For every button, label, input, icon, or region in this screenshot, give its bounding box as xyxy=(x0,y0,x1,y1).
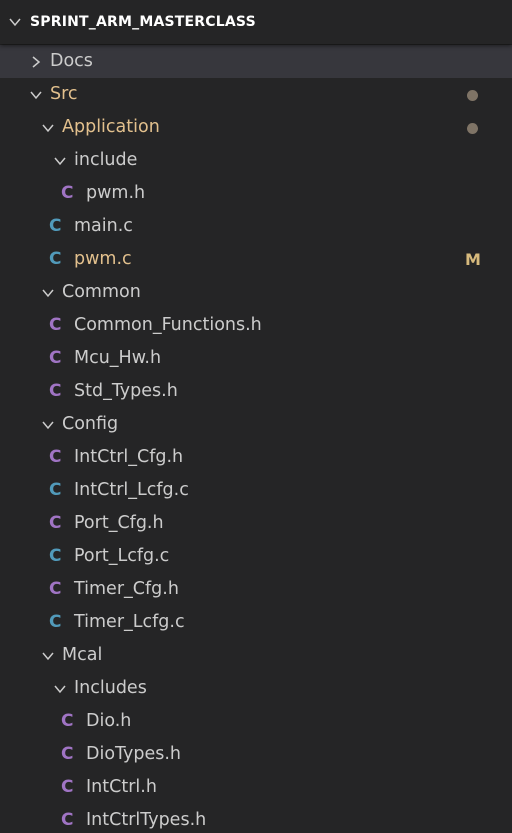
file-item-intctrl-h[interactable]: C IntCtrl.h xyxy=(0,771,512,804)
chevron-right-icon[interactable] xyxy=(29,55,43,69)
tree-item-label: IntCtrlTypes.h xyxy=(86,810,207,830)
chevron-down-icon[interactable] xyxy=(29,88,43,102)
tree-item-label: include xyxy=(74,150,138,170)
tree-item-label: Mcu_Hw.h xyxy=(74,348,162,368)
tree-item-label: main.c xyxy=(74,216,133,236)
file-item-pwm-h[interactable]: Cpwm.h xyxy=(0,177,512,210)
file-item-mcu-hw-h[interactable]: C Mcu_Hw.h xyxy=(0,342,512,375)
tree-item-label: Includes xyxy=(74,678,147,698)
modified-dot-icon xyxy=(467,90,478,101)
tree-item-label: IntCtrl_Cfg.h xyxy=(74,447,184,467)
chevron-down-icon[interactable] xyxy=(53,682,67,696)
tree-item-label: Src xyxy=(50,84,78,104)
folder-item-includes[interactable]: Includes xyxy=(0,672,512,705)
c-header-file-icon: C xyxy=(61,711,74,731)
folder-item-include[interactable]: include xyxy=(0,144,512,177)
file-item-port-lcfg-c[interactable]: C Port_Lcfg.c xyxy=(0,540,512,573)
folder-item-common[interactable]: Common xyxy=(0,276,512,309)
tree-item-label: Port_Lcfg.c xyxy=(74,546,170,566)
tree-item-label: Std_Types.h xyxy=(74,381,178,401)
folder-item-application[interactable]: Application xyxy=(0,111,512,144)
folder-item-mcal[interactable]: Mcal xyxy=(0,639,512,672)
tree-item-label: pwm.c xyxy=(74,249,132,269)
c-header-file-icon: C xyxy=(49,381,62,401)
file-item-diotypes-h[interactable]: C DioTypes.h xyxy=(0,738,512,771)
folder-item-src[interactable]: Src xyxy=(0,78,512,111)
tree-item-label: pwm.h xyxy=(86,183,146,203)
file-item-timer-cfg-h[interactable]: C Timer_Cfg.h xyxy=(0,573,512,606)
c-header-file-icon: C xyxy=(49,348,62,368)
c-source-file-icon: C xyxy=(49,546,62,566)
c-source-file-icon: C xyxy=(49,480,62,500)
file-item-main-c[interactable]: Cmain.c xyxy=(0,210,512,243)
chevron-down-icon[interactable] xyxy=(8,15,22,29)
file-tree: Docs Src Application include Cpwm.h Cmain.c Cp… xyxy=(0,45,512,833)
c-header-file-icon: C xyxy=(61,810,74,830)
tree-item-label: Common xyxy=(62,282,141,302)
folder-item-config[interactable]: Config xyxy=(0,408,512,441)
file-item-std-types-h[interactable]: C Std_Types.h xyxy=(0,375,512,408)
chevron-down-icon[interactable] xyxy=(53,154,67,168)
c-source-file-icon: C xyxy=(49,216,62,236)
tree-item-label: Docs xyxy=(50,51,93,71)
chevron-down-icon[interactable] xyxy=(41,121,55,135)
tree-item-label: IntCtrl.h xyxy=(86,777,157,797)
tree-item-label: IntCtrl_Lcfg.c xyxy=(74,480,189,500)
tree-item-label: Config xyxy=(62,414,119,434)
tree-item-label: DioTypes.h xyxy=(86,744,182,764)
c-header-file-icon: C xyxy=(49,513,62,533)
file-item-port-cfg-h[interactable]: C Port_Cfg.h xyxy=(0,507,512,540)
file-item-intctrl-lcfg-c[interactable]: C IntCtrl_Lcfg.c xyxy=(0,474,512,507)
explorer-panel: SPRINT_ARM_MASTERCLASS Docs Src Applicatio… xyxy=(0,0,512,833)
modified-dot-icon xyxy=(467,123,478,134)
file-item-pwm-c[interactable]: Cpwm.c M xyxy=(0,243,512,276)
file-item-timer-lcfg-c[interactable]: C Timer_Lcfg.c xyxy=(0,606,512,639)
file-item-common-functions-h[interactable]: C Common_Functions.h xyxy=(0,309,512,342)
c-source-file-icon: C xyxy=(49,612,62,632)
c-source-file-icon: C xyxy=(49,249,62,269)
file-item-intctrltypes-h[interactable]: C IntCtrlTypes.h xyxy=(0,804,512,833)
tree-item-label: Port_Cfg.h xyxy=(74,513,164,533)
file-item-dio-h[interactable]: C Dio.h xyxy=(0,705,512,738)
chevron-down-icon[interactable] xyxy=(41,649,55,663)
c-header-file-icon: C xyxy=(61,744,74,764)
c-header-file-icon: C xyxy=(49,315,62,335)
chevron-down-icon[interactable] xyxy=(41,418,55,432)
c-header-file-icon: C xyxy=(61,777,74,797)
c-header-file-icon: C xyxy=(49,579,62,599)
workspace-title: SPRINT_ARM_MASTERCLASS xyxy=(30,14,256,30)
tree-item-label: Dio.h xyxy=(86,711,132,731)
folder-item-docs[interactable]: Docs xyxy=(0,45,512,78)
c-header-file-icon: C xyxy=(61,183,74,203)
tree-item-label: Common_Functions.h xyxy=(74,315,262,335)
git-modified-badge: M xyxy=(465,250,481,269)
tree-item-label: Timer_Lcfg.c xyxy=(74,612,185,632)
tree-item-label: Timer_Cfg.h xyxy=(74,579,179,599)
c-header-file-icon: C xyxy=(49,447,62,467)
tree-item-label: Application xyxy=(62,117,160,137)
file-item-intctrl-cfg-h[interactable]: C IntCtrl_Cfg.h xyxy=(0,441,512,474)
tree-item-label: Mcal xyxy=(62,645,103,665)
explorer-section-header[interactable]: SPRINT_ARM_MASTERCLASS xyxy=(0,0,512,44)
chevron-down-icon[interactable] xyxy=(41,286,55,300)
